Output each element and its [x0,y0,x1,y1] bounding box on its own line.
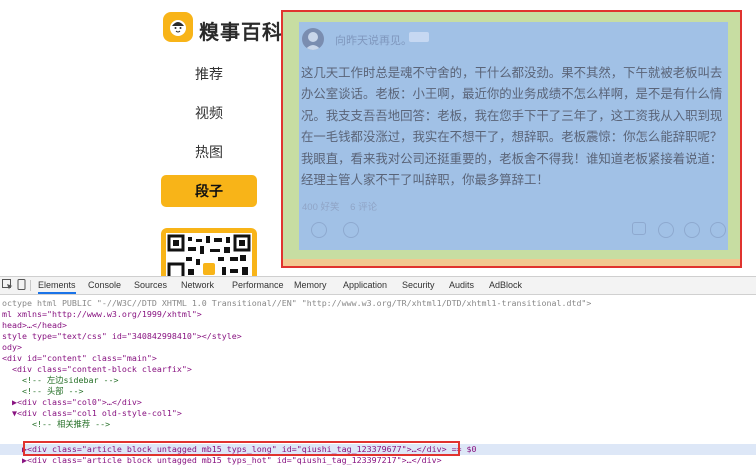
article-stats: 400 好笑 6 评论 [302,199,385,213]
dom-comment[interactable]: <!-- 相关推荐 --> [2,419,110,430]
likes-count: 400 好笑 [302,202,340,213]
web-page-viewport: 糗事百科 推荐 视频 热图 段子 向昨天说再见。 这几天工作时总是魂不守舍的，干… [0,0,756,276]
tab-performance[interactable]: Performance [232,277,284,294]
comments-count[interactable]: 6 评论 [350,202,377,213]
dom-line[interactable]: style type="text/css" id="340842998410">… [2,331,242,342]
tab-network[interactable]: Network [181,277,214,294]
devtools-tab-bar: Elements Console Sources Network Perform… [0,277,756,295]
tab-security[interactable]: Security [402,277,435,294]
dom-line[interactable]: ody> [2,342,22,353]
dom-line[interactable]: head>…</head> [2,320,67,331]
selected-line-red-frame [23,441,460,456]
nav-video[interactable]: 视频 [161,97,257,129]
tab-console[interactable]: Console [88,277,121,294]
comment-icon[interactable] [632,222,646,235]
devtools-panel: Elements Console Sources Network Perform… [0,276,756,467]
site-logo-text[interactable]: 糗事百科 [199,16,283,45]
qr-code-icon [166,233,252,276]
dom-line[interactable]: <div id="content" class="main"> [2,353,157,364]
tab-elements[interactable]: Elements [38,277,76,294]
nav-recommend[interactable]: 推荐 [161,58,257,90]
author-level-badge [409,32,429,42]
dom-comment[interactable]: <!-- 左边sidebar --> [2,375,119,386]
share-qzone-icon[interactable] [684,222,700,238]
frown-vote-icon[interactable] [343,222,359,238]
author-name[interactable]: 向昨天说再见。 [335,32,412,48]
dom-line[interactable]: ▶<div class="col0">…</div> [2,397,142,408]
logo-smiley-icon[interactable] [163,12,193,42]
tab-adblock[interactable]: AdBlock [489,277,522,294]
dom-line[interactable]: octype html PUBLIC "-//W3C//DTD XHTML 1.… [2,298,591,309]
tab-divider [30,280,31,291]
share-qq-icon[interactable] [710,222,726,238]
device-toolbar-icon[interactable] [16,279,27,290]
dom-line[interactable]: ▼<div class="col1 old-style-col1"> [2,408,182,419]
article-content[interactable]: 这几天工作时总是魂不守舍的，干什么都没劲。果不其然，下午就被老板叫去办公室谈话。… [301,63,725,191]
qr-code-panel [161,228,257,276]
dom-line[interactable]: <div class="content-block clearfix"> [2,364,192,375]
inspect-element-icon[interactable] [2,279,13,290]
tab-memory[interactable]: Memory [294,277,327,294]
smile-vote-icon[interactable] [311,222,327,238]
tab-sources[interactable]: Sources [134,277,167,294]
author-avatar[interactable] [302,28,324,50]
tab-audits[interactable]: Audits [449,277,474,294]
dom-line[interactable]: ml xmlns="http://www.w3.org/1999/xhtml"> [2,309,202,320]
dom-line[interactable]: ▶<div class="article block untagged mb15… [2,455,442,466]
tab-application[interactable]: Application [343,277,387,294]
dom-comment[interactable]: <!-- 头部 --> [2,386,84,397]
nav-hot-images[interactable]: 热图 [161,136,257,168]
share-weibo-icon[interactable] [658,222,674,238]
nav-jokes[interactable]: 段子 [161,175,257,207]
